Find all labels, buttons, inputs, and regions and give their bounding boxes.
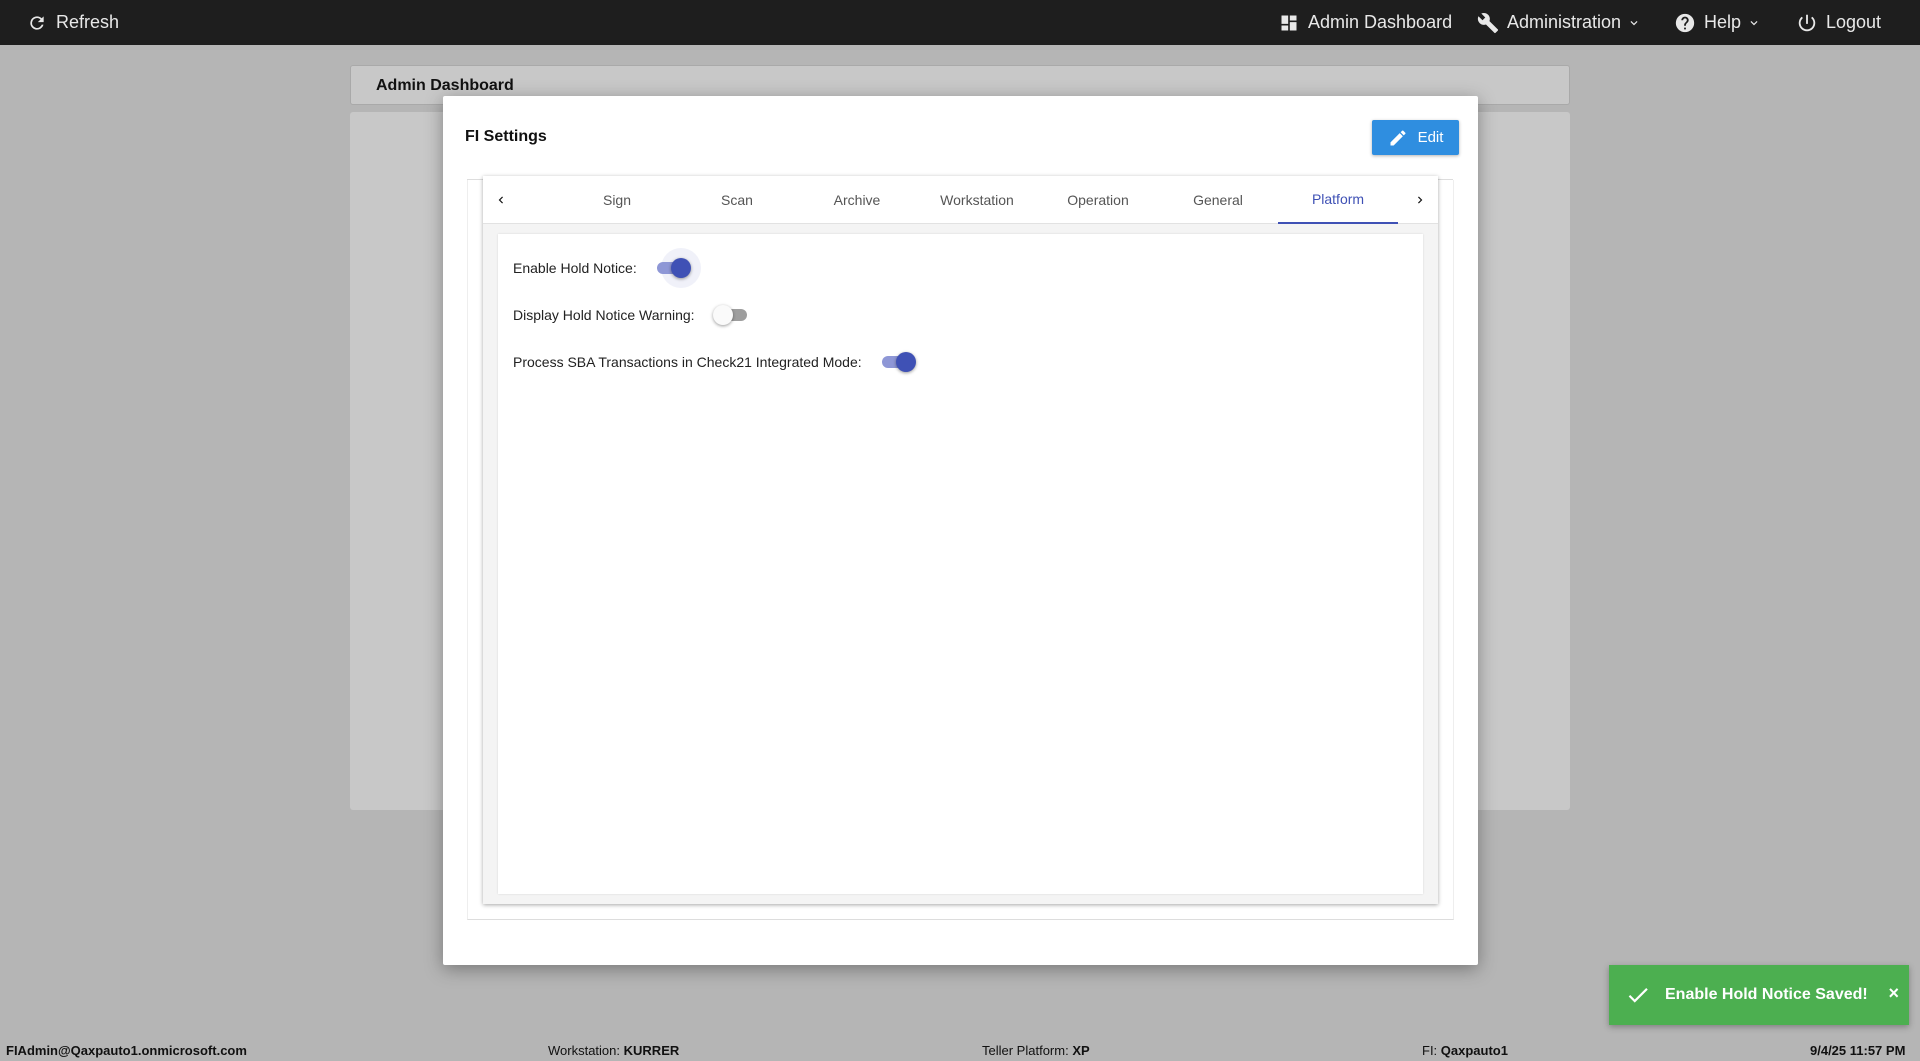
- workstation-status: Workstation: KURRER: [548, 1043, 680, 1058]
- chevron-left-icon: [498, 196, 503, 204]
- help-icon: [1674, 12, 1696, 34]
- administration-menu[interactable]: Administration: [1477, 0, 1641, 45]
- tab-platform[interactable]: Platform: [1278, 176, 1398, 224]
- admin-dashboard-link[interactable]: Admin Dashboard: [1278, 0, 1452, 45]
- process-sba-transactions-toggle[interactable]: [880, 352, 916, 372]
- setting-label: Enable Hold Notice:: [513, 260, 637, 276]
- settings-card: Sign Scan Archive Workstation Operation …: [483, 176, 1438, 904]
- status-bar: FIAdmin@Qaxpauto1.onmicrosoft.com Workst…: [0, 1038, 1920, 1061]
- success-toast: Enable Hold Notice Saved! ×: [1609, 965, 1909, 1025]
- help-menu[interactable]: Help: [1674, 0, 1761, 45]
- tab-scroll-right-button[interactable]: [1408, 188, 1432, 212]
- tab-archive[interactable]: Archive: [797, 176, 917, 224]
- dashboard-icon: [1278, 12, 1300, 34]
- fi-status: FI: Qaxpauto1: [1422, 1043, 1508, 1058]
- tab-scroll-left-button[interactable]: [489, 188, 513, 212]
- setting-label: Display Hold Notice Warning:: [513, 307, 695, 323]
- toast-message: Enable Hold Notice Saved!: [1665, 986, 1868, 1003]
- dialog-title: FI Settings: [465, 128, 547, 145]
- administration-label: Administration: [1507, 12, 1622, 32]
- fi-settings-dialog: FI Settings Edit Sign Scan Archive Works…: [443, 96, 1478, 965]
- top-navbar: Refresh Admin Dashboard Administration H…: [0, 0, 1920, 45]
- setting-label: Process SBA Transactions in Check21 Inte…: [513, 354, 862, 370]
- tab-operation[interactable]: Operation: [1038, 176, 1158, 224]
- tab-workstation[interactable]: Workstation: [917, 176, 1037, 224]
- setting-row-display-hold-notice-warning: Display Hold Notice Warning:: [513, 305, 749, 325]
- tab-general[interactable]: General: [1158, 176, 1278, 224]
- chevron-right-icon: [1418, 196, 1423, 204]
- page-title: Admin Dashboard: [376, 77, 514, 94]
- logout-button[interactable]: Logout: [1796, 0, 1881, 45]
- pencil-icon: [1390, 129, 1406, 145]
- tab-bar: Sign Scan Archive Workstation Operation …: [483, 176, 1438, 224]
- refresh-button[interactable]: Refresh: [26, 0, 119, 45]
- edit-label: Edit: [1417, 129, 1444, 146]
- help-label: Help: [1704, 12, 1742, 32]
- refresh-label: Refresh: [56, 12, 120, 32]
- setting-row-enable-hold-notice: Enable Hold Notice:: [513, 248, 701, 288]
- power-icon: [1796, 12, 1818, 34]
- platform-settings-panel: Enable Hold Notice: Display Hold Notice …: [498, 234, 1423, 894]
- current-user: FIAdmin@Qaxpauto1.onmicrosoft.com: [6, 1043, 247, 1058]
- checkmark-icon: [1625, 982, 1651, 1008]
- display-hold-notice-warning-toggle[interactable]: [712, 305, 749, 325]
- admin-dashboard-label: Admin Dashboard: [1308, 12, 1453, 32]
- tab-scan[interactable]: Scan: [677, 176, 797, 224]
- enable-hold-notice-toggle[interactable]: [655, 248, 701, 288]
- tab-sign[interactable]: Sign: [557, 176, 677, 224]
- chevron-down-icon: [1750, 20, 1758, 25]
- close-icon[interactable]: ×: [1888, 983, 1899, 1004]
- refresh-icon: [26, 12, 48, 34]
- datetime: 9/4/25 11:57 PM: [1810, 1043, 1906, 1058]
- setting-row-process-sba-transactions: Process SBA Transactions in Check21 Inte…: [513, 352, 916, 372]
- teller-platform-status: Teller Platform: XP: [982, 1043, 1090, 1058]
- edit-button[interactable]: Edit: [1372, 120, 1459, 155]
- dialog-header: [467, 120, 1453, 180]
- logout-label: Logout: [1826, 12, 1882, 32]
- chevron-down-icon: [1630, 20, 1638, 25]
- wrench-icon: [1477, 12, 1499, 34]
